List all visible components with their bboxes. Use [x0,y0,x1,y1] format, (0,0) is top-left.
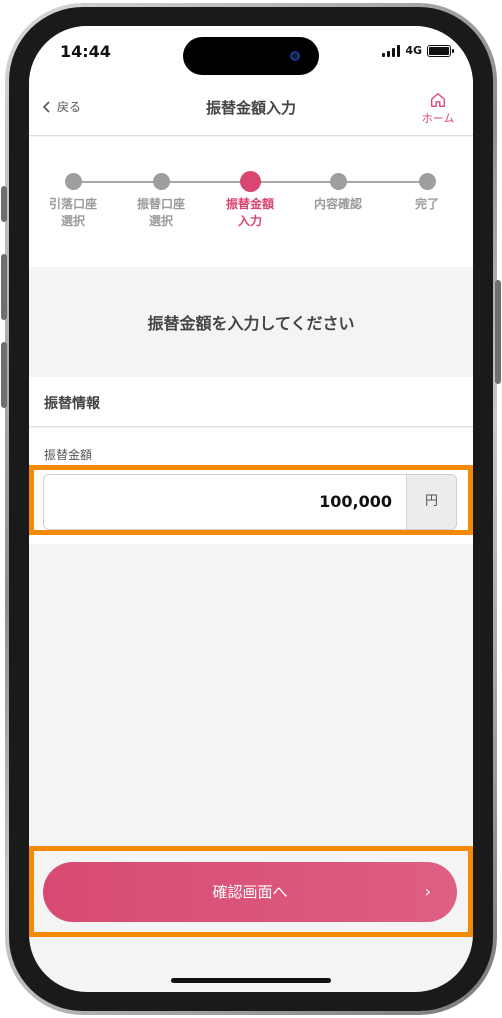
home-icon [431,93,445,107]
step-5: 完了 [387,173,467,213]
step-label: 引落口座 選択 [48,197,97,228]
step-dot [152,173,170,190]
step-1: 引落口座 選択 [33,173,113,230]
step-label: 内容確認 [313,197,362,211]
step-3-current: 振替金額 入力 [210,171,290,230]
home-indicator [171,978,331,983]
highlight-confirm-button [29,846,473,937]
dynamic-island [183,37,319,75]
side-button-volume-up [1,254,7,320]
network-type: 4G [405,44,422,57]
status-bar: 14:44 4G [29,26,473,84]
step-dot [329,173,347,190]
instruction-heading: 振替金額を入力してください [147,314,355,333]
status-indicators: 4G [382,44,454,57]
section-title: 振替情報 [44,396,100,412]
section-header: 振替情報 [29,377,473,427]
highlight-amount-field [29,465,473,535]
step-4: 内容確認 [298,173,378,213]
step-label: 完了 [414,197,439,211]
side-button-mute [1,186,7,222]
step-dot-active [239,171,261,192]
step-dot [64,173,82,190]
nav-bar: 戻る 振替金額入力 ホーム [29,84,473,136]
home-button[interactable]: ホーム [418,91,458,126]
battery-icon [427,44,454,57]
camera-icon [290,51,300,61]
page-title: 振替金額入力 [205,99,296,117]
progress-stepper: 引落口座 選択 振替口座 選択 振替金額 入力 内容確認 完了 [29,137,473,267]
signal-icon [382,44,401,57]
step-2: 振替口座 選択 [121,173,201,230]
step-label: 振替金額 入力 [225,197,274,228]
side-button-power [495,280,501,384]
amount-field-label: 振替金額 [44,448,93,462]
step-label: 振替口座 選択 [136,197,185,228]
home-label: ホーム [421,112,455,125]
step-dot [418,173,436,190]
side-button-volume-down [1,342,7,408]
status-time: 14:44 [60,42,111,61]
